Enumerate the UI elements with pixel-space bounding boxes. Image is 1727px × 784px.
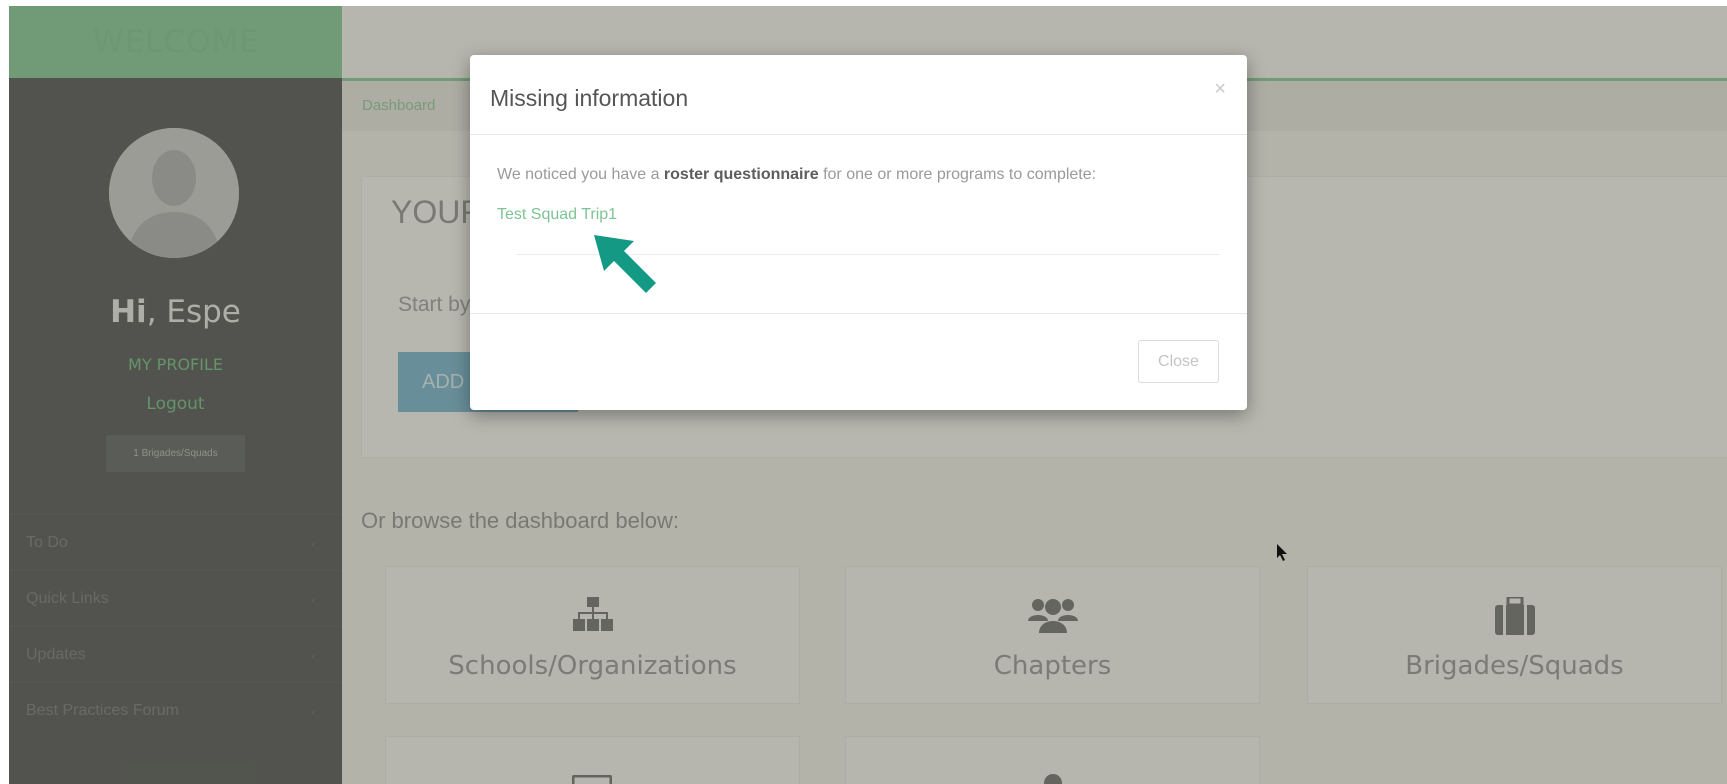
modal-message: We noticed you have a roster questionnai…: [497, 166, 1096, 184]
message-part: We noticed you have a: [497, 166, 664, 183]
modal-footer: Close: [470, 313, 1247, 411]
message-part: for one or more programs to complete:: [818, 166, 1097, 183]
mouse-cursor-icon: [1277, 544, 1287, 561]
message-bold: roster questionnaire: [663, 166, 819, 183]
close-button[interactable]: Close: [1138, 340, 1219, 383]
questionnaire-link[interactable]: Test Squad Trip1: [497, 206, 617, 224]
modal-header: Missing information ×: [470, 55, 1247, 135]
missing-information-modal: Missing information × We noticed you hav…: [470, 55, 1247, 410]
app-window: WELCOME Hi, Espe MY PROFILE Logout 1 Bri…: [9, 6, 1727, 784]
close-icon[interactable]: ×: [1214, 78, 1226, 101]
modal-body: We noticed you have a roster questionnai…: [470, 135, 1247, 305]
annotation-arrow-icon: [594, 235, 656, 293]
modal-title: Missing information: [490, 85, 689, 111]
